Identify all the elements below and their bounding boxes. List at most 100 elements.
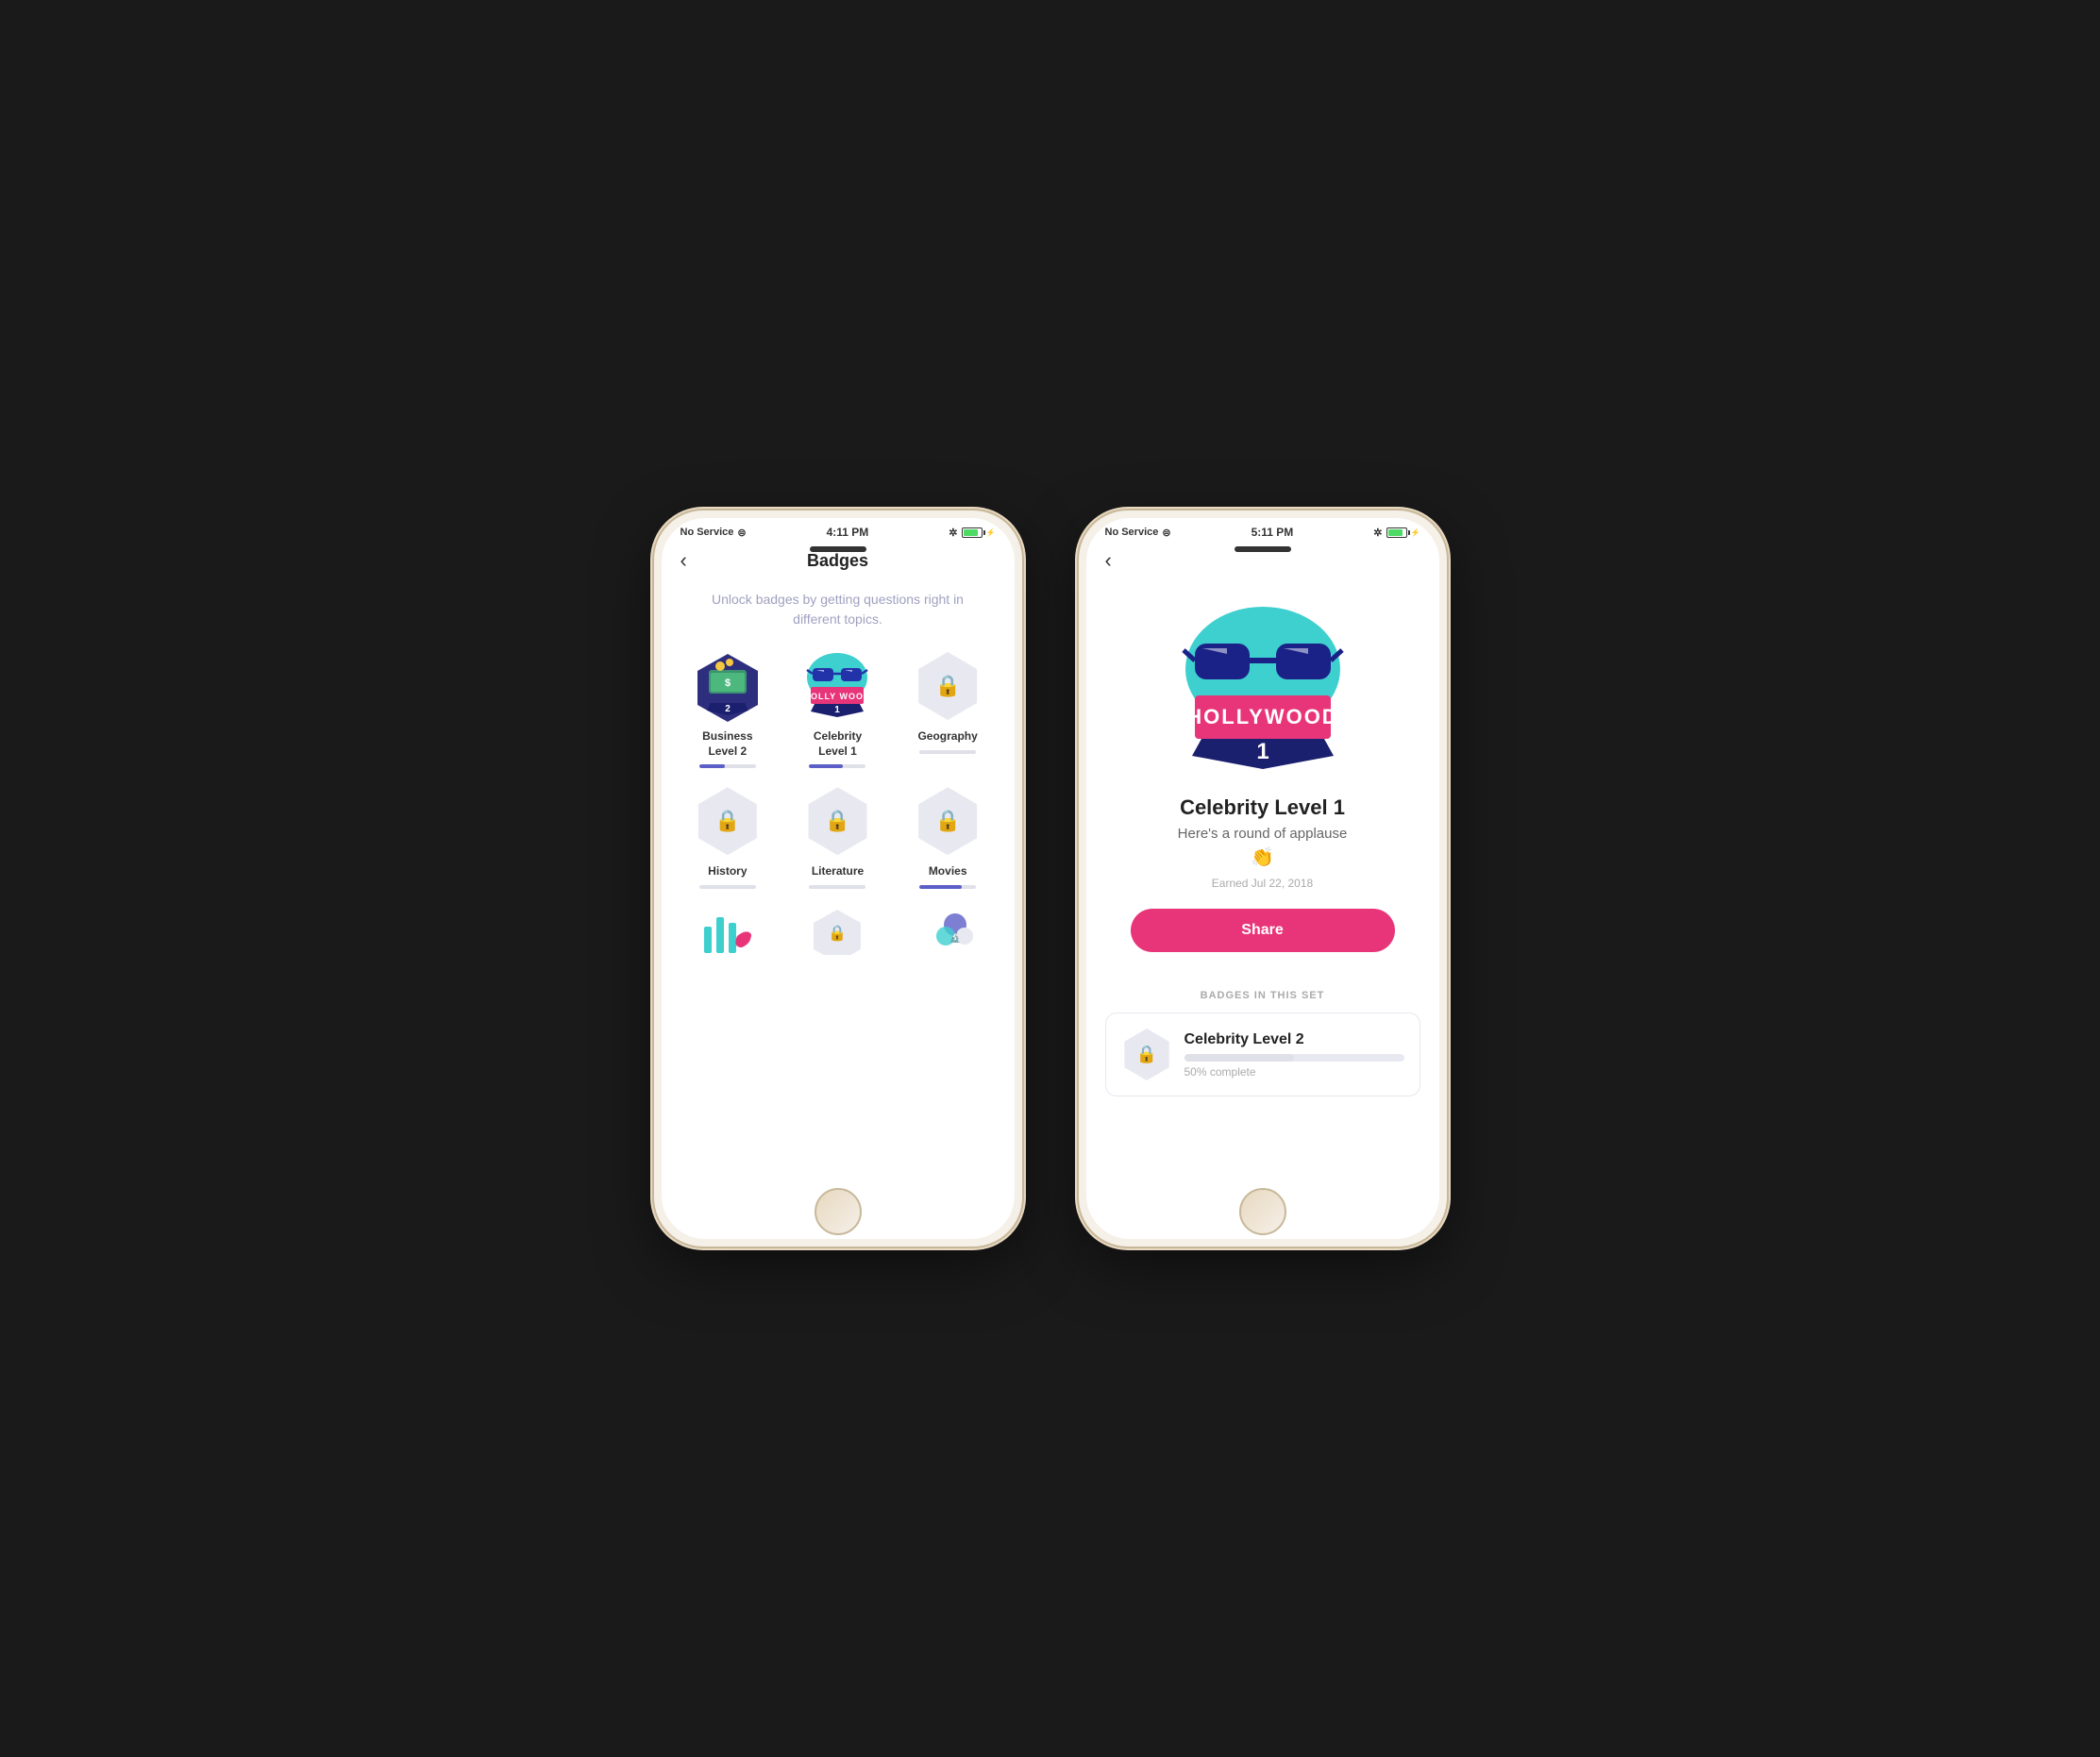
- badge-item-celebrity[interactable]: HOLLY WOOD 1 CelebrityLevel 1: [786, 648, 889, 768]
- status-right: ✲ ⚡: [949, 527, 995, 539]
- wifi-icon-2: ⊜: [1162, 527, 1170, 539]
- battery-body-2: [1386, 527, 1407, 538]
- svg-text:$: $: [725, 678, 731, 689]
- badge-icon-geography: 🔒: [910, 648, 985, 724]
- badge-progress-movies: [919, 885, 976, 889]
- back-button-1[interactable]: ‹: [680, 550, 687, 571]
- svg-text:🔒: 🔒: [829, 925, 848, 942]
- badge-icon-history: 🔒: [690, 783, 765, 859]
- badge-icon-movies: 🔒: [910, 783, 985, 859]
- history-hexagon: 🔒: [694, 787, 762, 855]
- next-badge-hex: 🔒: [1121, 1029, 1173, 1080]
- badges-in-set-label: BADGES IN THIS SET: [1105, 975, 1420, 1012]
- badge-name-celebrity: CelebrityLevel 1: [814, 729, 862, 759]
- bluetooth-icon: ✲: [949, 527, 957, 539]
- badges-subtitle: Unlock badges by getting questions right…: [662, 582, 1015, 648]
- battery: ⚡: [962, 527, 996, 538]
- hero-badge-image: HOLLYWOOD 1: [1178, 601, 1348, 780]
- badge-name-business: BusinessLevel 2: [702, 729, 752, 759]
- badge-name-literature: Literature: [812, 864, 864, 879]
- partial-badges-row: 🔒 🔬: [662, 908, 1015, 979]
- svg-text:2: 2: [725, 704, 731, 714]
- badge-item-history[interactable]: 🔒 History: [677, 783, 780, 889]
- share-button[interactable]: Share: [1131, 909, 1395, 952]
- next-badge-pct: 50% complete: [1184, 1065, 1404, 1079]
- detail-badge-title: Celebrity Level 1: [1180, 795, 1345, 820]
- movies-hexagon: 🔒: [914, 787, 982, 855]
- time-display: 4:11 PM: [827, 526, 869, 539]
- badge-progress-fill-celebrity: [809, 764, 843, 768]
- next-badge-info: Celebrity Level 2 50% complete: [1184, 1031, 1404, 1079]
- lock-icon-movies: 🔒: [934, 809, 960, 833]
- badge-item-literature[interactable]: 🔒 Literature: [786, 783, 889, 889]
- phone-1: No Service ⊜ 4:11 PM ✲ ⚡ ‹ Badges: [654, 510, 1022, 1247]
- badge-name-geography: Geography: [917, 729, 977, 745]
- badge-progress-celebrity: [809, 764, 865, 768]
- nav-header-2: ‹: [1086, 543, 1439, 582]
- no-service-text: No Service: [680, 527, 734, 538]
- svg-text:1: 1: [1256, 739, 1268, 764]
- status-left-2: No Service ⊜: [1105, 527, 1171, 539]
- home-button-1[interactable]: [815, 1188, 862, 1235]
- next-badge-card[interactable]: 🔒 Celebrity Level 2 50% complete: [1105, 1012, 1420, 1096]
- page-title-1: Badges: [807, 551, 868, 571]
- battery-2: ⚡: [1386, 527, 1420, 538]
- detail-screen: HOLLYWOOD 1 Celebrity Level 1 Here's a r…: [1086, 582, 1439, 1239]
- badge-detail-hero: HOLLYWOOD 1 Celebrity Level 1 Here's a r…: [1086, 582, 1439, 975]
- home-button-2[interactable]: [1239, 1188, 1286, 1235]
- locked-badge-partial-svg: 🔒: [809, 908, 865, 955]
- back-button-2[interactable]: ‹: [1105, 550, 1112, 571]
- badge-progress-fill-movies: [919, 885, 962, 889]
- geography-hexagon: 🔒: [914, 652, 982, 720]
- battery-tip: [983, 530, 985, 535]
- badge-item-geography[interactable]: 🔒 Geography: [897, 648, 1000, 768]
- badges-screen: Unlock badges by getting questions right…: [662, 582, 1015, 1239]
- phone-2: No Service ⊜ 5:11 PM ✲ ⚡ ‹: [1079, 510, 1447, 1247]
- svg-text:HOLLYWOOD: HOLLYWOOD: [1186, 705, 1338, 728]
- lock-icon-history: 🔒: [714, 809, 740, 833]
- battery-fill: [964, 529, 978, 536]
- badge-icon-literature: 🔒: [799, 783, 875, 859]
- badge-name-history: History: [708, 864, 747, 879]
- status-bar-1: No Service ⊜ 4:11 PM ✲ ⚡: [662, 518, 1015, 543]
- bluetooth-icon-2: ✲: [1373, 527, 1382, 539]
- detail-badge-subtitle: Here's a round of applause: [1178, 826, 1348, 842]
- detail-badge-date: Earned Jul 22, 2018: [1212, 877, 1313, 890]
- business-badge-svg: $ 2: [694, 651, 762, 722]
- badge-progress-history: [699, 885, 756, 889]
- battery-bolt: ⚡: [986, 528, 996, 537]
- next-badge-lock-icon: 🔒: [1136, 1045, 1157, 1064]
- badge-icon-business: $ 2: [690, 648, 765, 724]
- badge-progress-business: [699, 764, 756, 768]
- time-display-2: 5:11 PM: [1252, 526, 1294, 539]
- battery-fill-2: [1388, 529, 1403, 536]
- hero-celebrity-badge-svg: HOLLYWOOD 1: [1178, 601, 1348, 785]
- science-badge-partial-svg: 🔬: [919, 908, 976, 955]
- detail-badge-emoji: 👏: [1251, 845, 1274, 869]
- badge-name-movies: Movies: [929, 864, 967, 879]
- next-badge-progress-bar: [1184, 1054, 1404, 1062]
- battery-tip-2: [1408, 530, 1410, 535]
- status-left: No Service ⊜: [680, 527, 747, 539]
- no-service-text-2: No Service: [1105, 527, 1159, 538]
- svg-text:🔬: 🔬: [949, 931, 961, 944]
- badge-progress-fill-business: [699, 764, 725, 768]
- partial-badge-science[interactable]: 🔬: [897, 908, 1000, 964]
- lock-icon-literature: 🔒: [825, 809, 850, 833]
- celebrity-badge-svg: HOLLY WOOD 1: [803, 651, 871, 722]
- literature-hexagon: 🔒: [803, 787, 871, 855]
- badge-item-movies[interactable]: 🔒 Movies: [897, 783, 1000, 889]
- nav-header-1: ‹ Badges: [662, 543, 1015, 582]
- lock-icon-geography: 🔒: [934, 674, 960, 698]
- battery-body: [962, 527, 983, 538]
- partial-badge-music[interactable]: [677, 908, 780, 964]
- badge-item-business[interactable]: $ 2 BusinessLevel 2: [677, 648, 780, 768]
- badge-icon-celebrity: HOLLY WOOD 1: [799, 648, 875, 724]
- wifi-icon: ⊜: [737, 527, 746, 539]
- battery-bolt-2: ⚡: [1411, 528, 1420, 537]
- svg-text:1: 1: [835, 705, 841, 715]
- next-badge-progress-fill: [1184, 1054, 1295, 1062]
- partial-badge-locked[interactable]: 🔒: [786, 908, 889, 964]
- svg-text:HOLLY WOOD: HOLLY WOOD: [804, 692, 871, 701]
- next-badge-name: Celebrity Level 2: [1184, 1031, 1404, 1048]
